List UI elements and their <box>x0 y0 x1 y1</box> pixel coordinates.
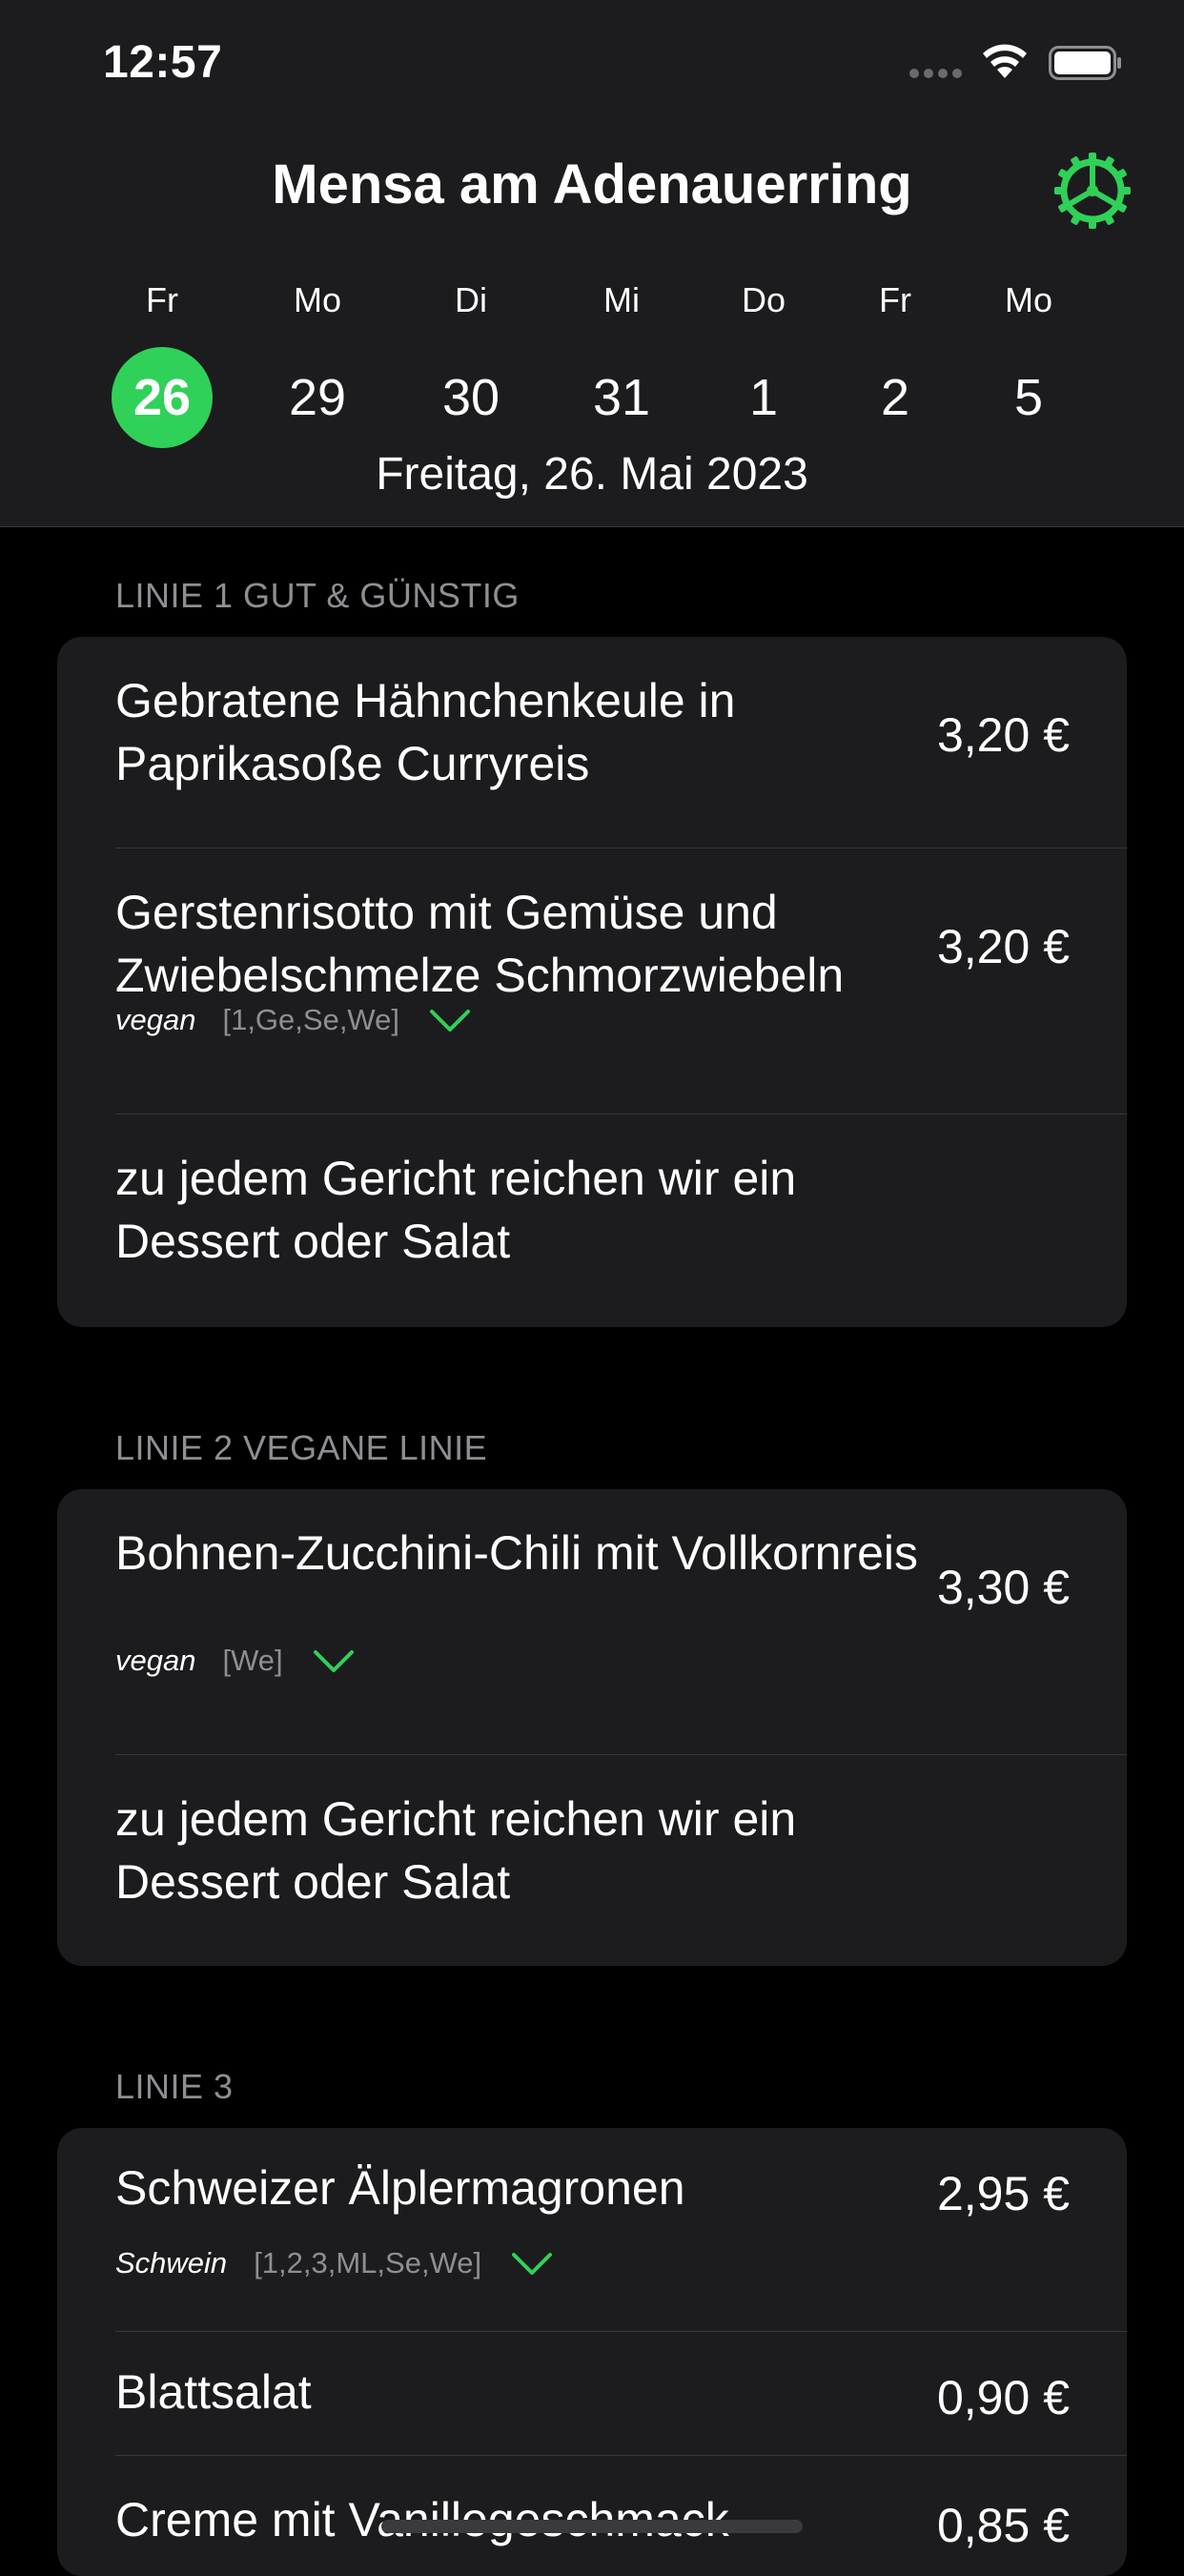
day-name: Fr <box>879 280 911 319</box>
dish-name: Gerstenrisotto mit Gemüse und Zwiebelsch… <box>115 886 845 1002</box>
day-name: Mo <box>293 280 341 319</box>
menu-card-linie-1: Gebratene Hähnchenkeule in Paprikasoße C… <box>57 637 1127 1327</box>
chevron-down-icon[interactable] <box>312 1646 356 1675</box>
allergen-codes: [1,Ge,Se,We] <box>222 1003 399 1036</box>
dish-price: 0,90 € <box>936 2371 1070 2424</box>
dish-tags: vegan [1,Ge,Se,We] <box>115 1003 472 1037</box>
dish-name: Blattsalat <box>115 2365 312 2419</box>
dish-price: 3,30 € <box>936 1561 1070 1614</box>
day-number: 26 <box>112 347 213 448</box>
dish-price: 2,95 € <box>936 2167 1070 2220</box>
section-header-linie-3: LINIE 3 <box>115 2067 234 2106</box>
dish-tags: Schwein [1,2,3,ML,Se,We] <box>115 2246 554 2280</box>
chevron-down-icon[interactable] <box>428 1006 472 1034</box>
day-number: 31 <box>592 369 651 426</box>
cellular-signal-icon <box>909 69 962 78</box>
day-do-1[interactable]: Do 1 <box>702 276 826 458</box>
diet-label: vegan <box>115 1644 196 1677</box>
allergen-codes: [1,2,3,ML,Se,We] <box>254 2246 482 2280</box>
day-mi-31[interactable]: Mi 31 <box>560 276 684 458</box>
day-mo-29[interactable]: Mo 29 <box>255 276 379 458</box>
menu-item[interactable]: zu jedem Gericht reichen wir ein Dessert… <box>57 1755 1127 1966</box>
section-header-linie-1: LINIE 1 GUT & GÜNSTIG <box>115 576 520 615</box>
day-name: Do <box>741 280 786 319</box>
day-fr-26[interactable]: Fr 26 <box>100 276 224 458</box>
dish-name: Bohnen-Zucchini-Chili mit Vollkornreis <box>115 1526 918 1580</box>
day-di-30[interactable]: Di 30 <box>409 276 533 458</box>
status-time: 12:57 <box>103 37 223 88</box>
chevron-down-icon[interactable] <box>510 2249 554 2278</box>
day-mo-5[interactable]: Mo 5 <box>967 276 1091 458</box>
dish-name: Schweizer Älplermagronen <box>115 2161 685 2215</box>
gear-icon[interactable] <box>1052 151 1133 231</box>
dish-price: 3,20 € <box>936 920 1070 973</box>
day-number: 29 <box>288 369 347 426</box>
battery-icon <box>1049 46 1121 80</box>
day-name: Mi <box>603 280 640 319</box>
dish-price: 0,85 € <box>936 2499 1070 2552</box>
day-name: Mo <box>1004 280 1052 319</box>
allergen-codes: [We] <box>222 1644 283 1677</box>
day-fr-2[interactable]: Fr 2 <box>833 276 957 458</box>
menu-item[interactable]: Creme mit Vanillegeschmack 0,85 € <box>57 2456 1127 2576</box>
dish-tags: vegan [We] <box>115 1644 356 1678</box>
menu-card-linie-2: Bohnen-Zucchini-Chili mit Vollkornreis 3… <box>57 1489 1127 1966</box>
menu-item[interactable]: Blattsalat 0,90 € <box>57 2332 1127 2456</box>
menu-item[interactable]: Gebratene Hähnchenkeule in Paprikasoße C… <box>57 637 1127 848</box>
menu-item[interactable]: zu jedem Gericht reichen wir ein Dessert… <box>57 1114 1127 1327</box>
dish-name: zu jedem Gericht reichen wir ein Dessert… <box>115 1792 797 1909</box>
dish-name: Gebratene Hähnchenkeule in Paprikasoße C… <box>115 674 736 790</box>
header: 12:57 Mensa am Adenauerring Fr 26 Mo 29 … <box>0 0 1184 527</box>
menu-card-linie-3: Schweizer Älplermagronen 2,95 € Schwein … <box>57 2128 1127 2576</box>
section-header-linie-2: LINIE 2 VEGANE LINIE <box>115 1428 488 1467</box>
menu-item[interactable]: Bohnen-Zucchini-Chili mit Vollkornreis 3… <box>57 1489 1127 1755</box>
day-name: Fr <box>146 280 178 319</box>
diet-label: Schwein <box>115 2246 228 2280</box>
dish-price: 3,20 € <box>936 708 1070 762</box>
menu-item[interactable]: Gerstenrisotto mit Gemüse und Zwiebelsch… <box>57 848 1127 1114</box>
day-number: 2 <box>880 369 910 426</box>
selected-date: Freitag, 26. Mai 2023 <box>376 449 808 500</box>
dish-name: zu jedem Gericht reichen wir ein Dessert… <box>115 1152 797 1268</box>
day-number: 30 <box>441 369 500 426</box>
day-number: 1 <box>748 369 779 426</box>
diet-label: vegan <box>115 1003 196 1036</box>
day-number: 5 <box>1013 369 1044 426</box>
home-indicator <box>381 2520 803 2533</box>
wifi-icon <box>983 44 1027 78</box>
menu-item[interactable]: Schweizer Älplermagronen 2,95 € Schwein … <box>57 2128 1127 2332</box>
page-title: Mensa am Adenauerring <box>272 153 912 215</box>
day-name: Di <box>455 280 487 319</box>
